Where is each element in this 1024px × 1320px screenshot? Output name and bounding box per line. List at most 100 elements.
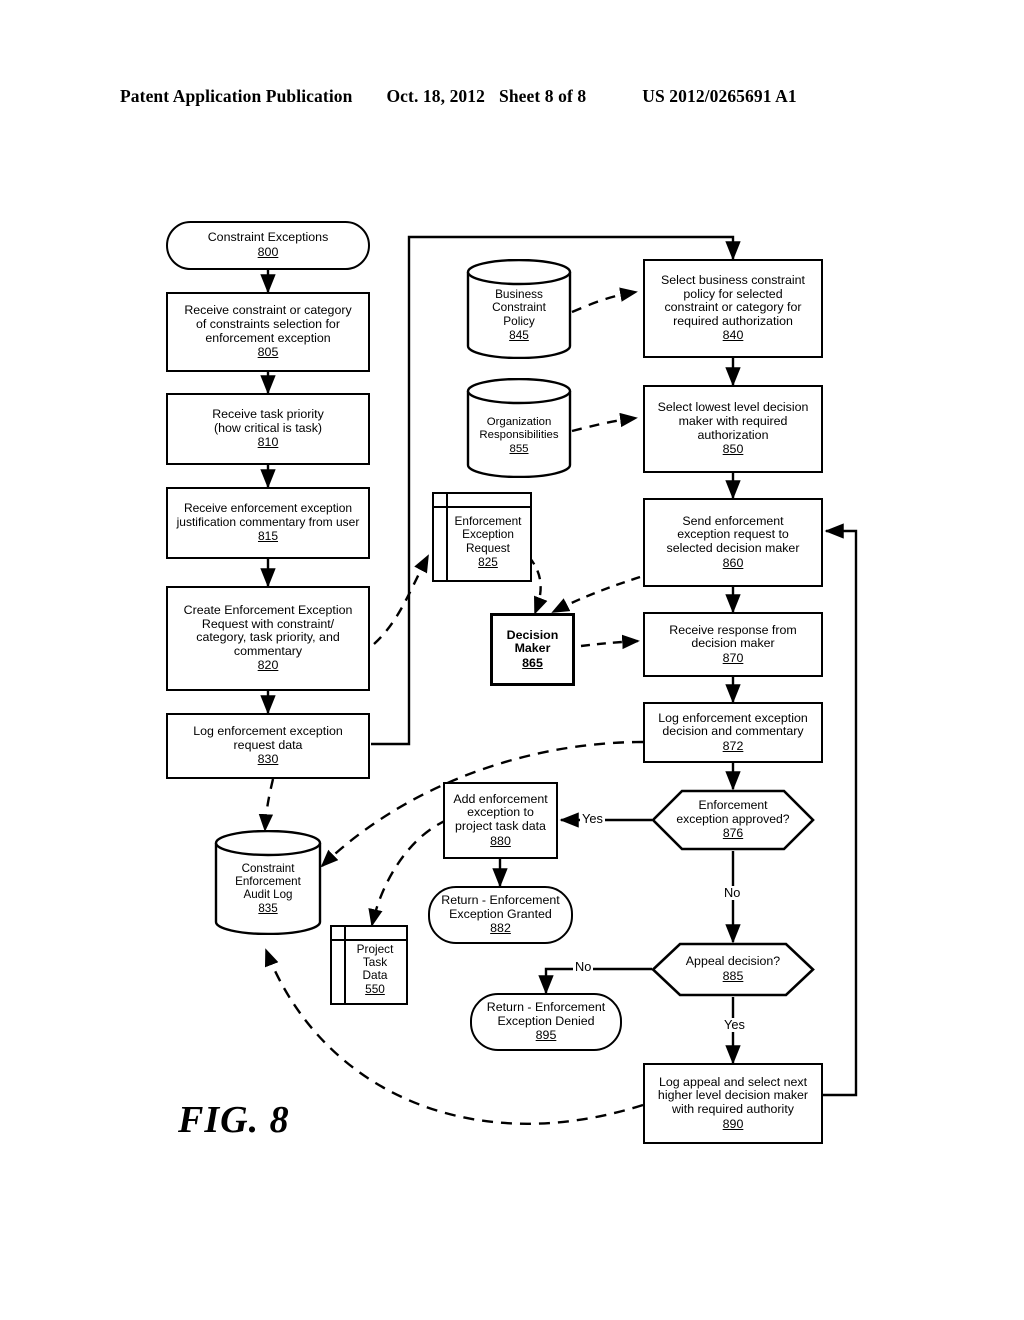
node-840-line2: policy for selected — [683, 286, 783, 301]
node-825-ref: 825 — [478, 554, 498, 569]
node-enforcement-exception-approved-decision: Enforcement exception approved? 876 — [651, 789, 815, 851]
node-825-line2: Exception — [462, 527, 514, 542]
node-send-request-to-decision-maker: Send enforcement exception request to se… — [643, 498, 823, 587]
node-870-ref: 870 — [722, 650, 744, 665]
node-log-request-data: Log enforcement exception request data 8… — [166, 713, 370, 779]
node-845-line1: Business — [495, 286, 543, 301]
node-805-line2: of constraints selection for — [196, 316, 340, 331]
publication-header: Patent Application Publication Oct. 18, … — [120, 86, 910, 112]
node-receive-response-from-decision-maker: Receive response from decision maker 870 — [643, 612, 823, 677]
node-850-line3: authorization — [697, 427, 769, 442]
node-895-line1: Return - Enforcement — [486, 1000, 606, 1015]
node-805-line1: Receive constraint or category — [184, 303, 352, 318]
node-820-line1: Create Enforcement Exception — [183, 603, 353, 618]
node-850-line1: Select lowest level decision — [657, 400, 809, 415]
node-825-line3: Request — [466, 540, 510, 555]
header-publication-label: Patent Application Publication — [120, 86, 353, 106]
node-880-line3: project task data — [455, 819, 546, 833]
edge-label-no-appeal: No — [573, 959, 594, 974]
node-872-ref: 872 — [722, 738, 744, 753]
node-835-ref: 835 — [258, 902, 278, 915]
node-882-line1: Return - Enforcement — [441, 893, 560, 908]
node-log-decision-and-commentary: Log enforcement exception decision and c… — [643, 702, 823, 763]
node-840-line3: constraint or category for — [664, 300, 802, 315]
node-840-ref: 840 — [722, 328, 744, 343]
node-840-line1: Select business constraint — [661, 273, 805, 288]
node-855-line1: Organization — [486, 416, 552, 428]
node-business-constraint-policy-store: Business Constraint Policy 845 — [466, 259, 572, 359]
node-880-line2: exception to — [467, 805, 534, 820]
header-patent-number: US 2012/0265691 A1 — [642, 86, 797, 106]
header-sheet: Sheet 8 of 8 — [498, 86, 587, 106]
node-865-ref: 865 — [522, 655, 543, 670]
node-add-exception-to-project-task-data: Add enforcement exception to project tas… — [443, 782, 558, 859]
node-810-line2: (how critical is task) — [213, 420, 323, 435]
node-820-line2: Request with constraint/ — [201, 616, 335, 631]
node-830-ref: 830 — [257, 752, 279, 767]
node-840-line4: required authorization — [673, 313, 793, 328]
node-820-line3: category, task priority, and — [196, 630, 340, 645]
node-890-line2: higher level decision maker — [657, 1088, 809, 1103]
node-850-ref: 850 — [722, 442, 744, 457]
node-800-text: Constraint Exceptions — [207, 230, 329, 245]
node-855-line2: Responsibilities — [479, 429, 559, 441]
node-820-line4: commentary — [233, 643, 303, 658]
node-872-line2: decision and commentary — [662, 724, 804, 739]
node-895-line2: Exception Denied — [497, 1013, 595, 1028]
node-860-line2: exception request to — [677, 527, 789, 542]
node-860-line3: selected decision maker — [666, 541, 800, 555]
node-820-ref: 820 — [257, 658, 279, 673]
node-constraint-exceptions-start: Constraint Exceptions 800 — [166, 221, 370, 270]
patent-figure-page: Patent Application Publication Oct. 18, … — [0, 0, 1024, 1320]
node-830-line1: Log enforcement exception — [193, 724, 343, 739]
node-decision-maker: Decision Maker 865 — [490, 613, 575, 686]
node-876-line2: exception approved? — [676, 811, 790, 826]
node-organization-responsibilities-store: Organization Responsibilities 855 — [466, 378, 572, 478]
node-800-ref: 800 — [257, 245, 279, 259]
node-select-business-constraint-policy: Select business constraint policy for se… — [643, 259, 823, 358]
node-872-line1: Log enforcement exception — [658, 710, 808, 725]
node-810-line1: Receive task priority — [212, 407, 324, 422]
node-860-ref: 860 — [722, 555, 744, 570]
node-880-ref: 880 — [490, 833, 511, 848]
node-870-line2: decision maker — [691, 636, 775, 651]
node-876-line1: Enforcement — [698, 798, 768, 813]
node-845-line2: Constraint — [492, 300, 546, 315]
node-appeal-decision: Appeal decision? 885 — [651, 942, 815, 997]
node-830-line2: request data — [233, 737, 303, 752]
node-receive-constraint-selection: Receive constraint or category of constr… — [166, 292, 370, 372]
node-845-line3: Policy — [503, 313, 535, 328]
node-860-line1: Send enforcement — [682, 513, 784, 528]
node-885-ref: 885 — [722, 969, 744, 983]
edge-label-yes-approved: Yes — [580, 811, 605, 826]
node-project-task-data-store: Project Task Data 550 — [330, 925, 408, 1005]
node-select-lowest-level-decision-maker: Select lowest level decision maker with … — [643, 385, 823, 473]
node-815-ref: 815 — [257, 529, 279, 544]
node-return-exception-granted: Return - Enforcement Exception Granted 8… — [428, 886, 573, 944]
node-890-ref: 890 — [722, 1116, 744, 1131]
node-810-ref: 810 — [257, 435, 279, 450]
node-enforcement-exception-request-doc: Enforcement Exception Request 825 — [432, 492, 532, 582]
node-receive-justification-commentary: Receive enforcement exception justificat… — [166, 487, 370, 559]
node-835-line3: Audit Log — [243, 888, 293, 901]
edge-label-yes-appeal: Yes — [722, 1017, 747, 1032]
node-890-line1: Log appeal and select next — [658, 1074, 808, 1089]
node-885-text: Appeal decision? — [685, 954, 781, 969]
node-815-line1: Receive enforcement exception — [183, 501, 353, 516]
header-date: Oct. 18, 2012 — [386, 86, 485, 106]
node-882-line2: Exception Granted — [449, 906, 552, 921]
node-835-line2: Enforcement — [235, 875, 301, 888]
node-890-line3: with required authority — [672, 1102, 794, 1116]
node-constraint-enforcement-audit-log: Constraint Enforcement Audit Log 835 — [214, 830, 322, 935]
node-550-line1: Project — [356, 941, 394, 956]
node-876-ref: 876 — [722, 826, 744, 841]
node-550-line3: Data — [362, 967, 388, 982]
node-return-exception-denied: Return - Enforcement Exception Denied 89… — [470, 993, 622, 1051]
node-895-ref: 895 — [535, 1028, 557, 1043]
node-550-ref: 550 — [365, 981, 385, 996]
node-805-line3: enforcement exception — [205, 330, 331, 345]
node-865-line2: Maker — [514, 641, 551, 656]
node-815-line2: justification commentary from user — [176, 514, 360, 529]
node-865-line1: Decision — [506, 627, 559, 642]
node-log-appeal-select-next-decision-maker: Log appeal and select next higher level … — [643, 1063, 823, 1144]
